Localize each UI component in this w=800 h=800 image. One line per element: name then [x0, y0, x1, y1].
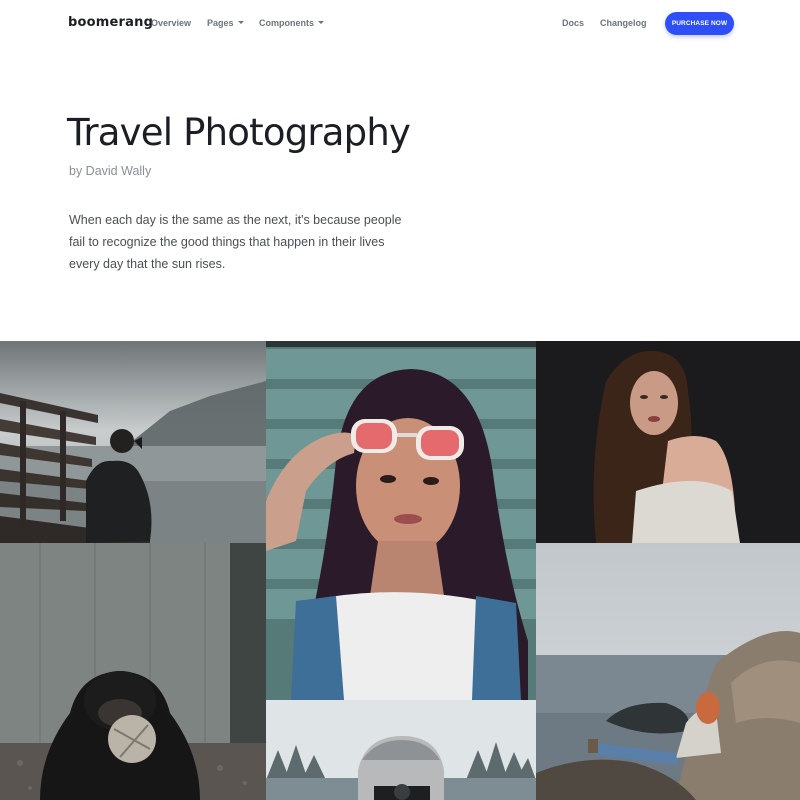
navbar: boomerang Overview Pages Components Docs…: [0, 0, 800, 46]
page-title: Travel Photography: [67, 111, 411, 154]
author-byline: by David Wally: [69, 164, 152, 178]
caret-down-icon: [237, 21, 244, 24]
gallery-photo-sunglasses[interactable]: [266, 341, 536, 700]
gallery-photo-rocks[interactable]: [536, 543, 800, 800]
gallery-photo-snow[interactable]: [266, 700, 536, 800]
lead-paragraph: When each day is the same as the next, i…: [69, 213, 402, 271]
nav-item-components[interactable]: Components: [259, 18, 324, 28]
nav-item-pages[interactable]: Pages: [207, 18, 244, 28]
caret-down-icon: [318, 21, 324, 24]
gallery-photo-chimpanzee[interactable]: [0, 543, 266, 800]
brand-logo[interactable]: boomerang: [68, 15, 153, 30]
nav-item-docs[interactable]: Docs: [562, 18, 584, 28]
nav-item-components-label: Components: [259, 18, 314, 28]
nav-item-overview[interactable]: Overview: [151, 18, 191, 28]
gallery-photo-portrait[interactable]: [536, 341, 800, 543]
nav-item-changelog[interactable]: Changelog: [600, 18, 647, 28]
nav-item-pages-label: Pages: [207, 18, 234, 28]
purchase-now-button[interactable]: PURCHASE NOW: [665, 12, 734, 35]
gallery-photo-pier[interactable]: [0, 341, 266, 543]
